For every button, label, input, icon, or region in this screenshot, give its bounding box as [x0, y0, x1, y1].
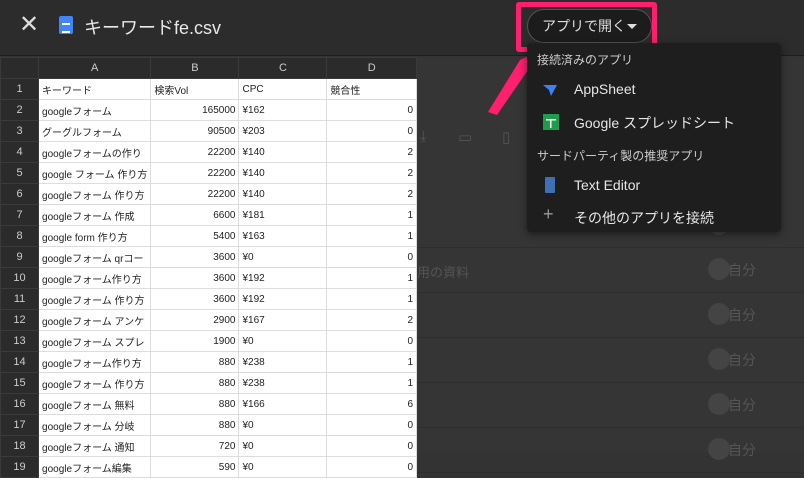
menu-item-label: その他のアプリを接続: [574, 210, 714, 226]
cell: ¥0: [238, 456, 328, 478]
table-row: 19 googleフォーム編集 590 ¥0 0: [0, 456, 417, 478]
menu-item-label: AppSheet: [574, 81, 636, 97]
menu-item-label: Text Editor: [574, 177, 641, 193]
section-connected-apps: 接続済みのアプリ: [537, 53, 634, 67]
cell: googleフォーム編集: [38, 456, 152, 478]
open-with-menu: 接続済みのアプリ AppSheet Google スプレッドシート サードパーテ…: [527, 43, 781, 232]
plus-icon: +: [543, 204, 554, 224]
section-third-party-apps: サードパーティ製の推奨アプリ: [537, 149, 705, 163]
open-with-button[interactable]: アプリで開く: [527, 9, 652, 43]
row-number: 19: [0, 456, 40, 478]
menu-item-google-sheets[interactable]: Google スプレッドシート: [527, 107, 781, 137]
cell: 0: [326, 456, 417, 478]
text-editor-icon: [545, 177, 555, 193]
caret-down-icon: [627, 24, 637, 29]
menu-item-label: Google スプレッドシート: [574, 115, 736, 131]
open-with-label: アプリで開く: [542, 18, 626, 34]
menu-item-appsheet[interactable]: AppSheet: [527, 75, 781, 105]
menu-item-connect-more-apps[interactable]: + その他のアプリを接続: [527, 202, 781, 232]
cell: 590: [150, 456, 240, 478]
menu-item-text-editor[interactable]: Text Editor: [527, 171, 781, 201]
appsheet-icon: [543, 85, 557, 96]
google-sheets-icon: [543, 114, 559, 130]
